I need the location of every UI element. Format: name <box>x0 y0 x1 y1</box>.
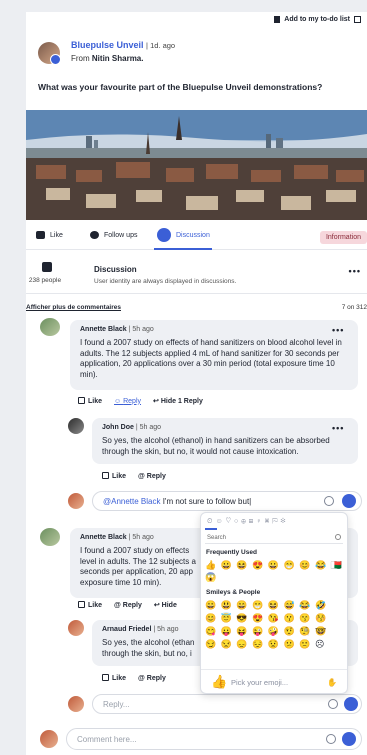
current-user-avatar <box>68 696 84 712</box>
emoji-icon[interactable] <box>326 734 336 744</box>
grid-icon[interactable] <box>354 16 361 23</box>
reply-author: John Doe | 5h ago <box>102 424 162 431</box>
chat-icon <box>90 231 99 239</box>
discussion-icon <box>157 228 171 242</box>
comment-author: Annette Black | 5h ago <box>80 326 154 333</box>
information-badge[interactable]: Information <box>319 231 367 244</box>
emoji-picker: ⏲☺♡○⊕⊞♀⌘⚐✻ Search Frequently Used 👍 😀 😆 … <box>200 512 348 694</box>
from-name: Nitin Sharma. <box>91 54 144 63</box>
mention-tag: @Annette Black <box>103 496 161 506</box>
discussion-title: Discussion <box>94 265 137 274</box>
current-user-avatar <box>40 730 58 748</box>
thumbs-up-icon <box>36 231 45 239</box>
emoji-category-tabs[interactable]: ⏲☺♡○⊕⊞♀⌘⚐✻ <box>207 518 288 526</box>
emoji-row[interactable]: 😀 😃 😄 😁 😆 😅 😂 🤣 <box>205 599 345 611</box>
comment-actions: Like ☺ Reply ↩ Hide 1 Reply <box>78 397 203 405</box>
preview-emoji: 👍 <box>211 674 228 689</box>
post-card: Add to my to-do list Bluepulse Unveil | … <box>26 12 367 755</box>
people-icon <box>42 262 52 272</box>
post-from: From Nitin Sharma. <box>71 54 144 63</box>
emoji-preview-bar: 👍 Pick your emoji... ✋ <box>201 669 347 693</box>
reply-author: Arnaud Friedel | 5h ago <box>102 626 179 633</box>
reply-input[interactable]: @Annette Black I'm not sure to follow bu… <box>92 491 362 511</box>
hide-replies-button[interactable]: ↩ Hide 1 Reply <box>153 397 203 405</box>
smileys-label: Smileys & People <box>206 589 261 596</box>
comment-count: 7 on 312 <box>341 304 367 311</box>
like-button[interactable]: Like <box>78 397 102 405</box>
send-button[interactable] <box>344 697 358 711</box>
todo-link[interactable]: Add to my to-do list <box>274 16 361 23</box>
frequent-emoji-row[interactable]: 👍 😀 😆 😍 😀 😁 😊 😂 🇲🇬 <box>205 559 345 571</box>
frequent-emoji-row[interactable]: 😱 <box>205 571 345 583</box>
comment-author: Annette Black | 5h ago <box>80 534 154 541</box>
tab-like[interactable]: Like <box>36 231 63 239</box>
emoji-icon[interactable] <box>324 496 334 506</box>
reply-button[interactable]: @ Reply <box>114 602 142 609</box>
post-image <box>26 110 367 220</box>
skin-tone-selector[interactable]: ✋ <box>327 678 337 687</box>
search-icon <box>335 534 341 540</box>
show-more-comments-link[interactable]: Afficher plus de commentaires <box>26 304 121 311</box>
reply-more-icon[interactable]: ••• <box>332 423 344 433</box>
thumbs-up-icon <box>78 397 85 404</box>
tab-discussion[interactable]: Discussion <box>157 228 210 242</box>
reply-button[interactable]: ☺ Reply <box>114 398 141 405</box>
emoji-row[interactable]: 😏 😒 😞 😔 😟 😕 🙁 ☹ <box>205 638 345 650</box>
replier-avatar[interactable] <box>68 620 84 636</box>
comment-input[interactable]: Comment here... <box>66 728 362 750</box>
like-button[interactable]: Like <box>78 601 102 609</box>
send-button[interactable] <box>342 494 356 508</box>
discussion-subtitle: User identity are always displayed in di… <box>94 278 237 285</box>
emoji-row[interactable]: 😊 😇 😎 😍 😘 😗 😙 😚 <box>205 612 345 624</box>
reply-actions: Like @ Reply <box>102 472 166 480</box>
like-button[interactable]: Like <box>102 674 126 682</box>
commenter-avatar[interactable] <box>40 528 60 546</box>
post-tabs: Like Follow ups Discussion <box>26 224 367 250</box>
post-author: Bluepulse Unveil | 1d. ago <box>71 40 175 50</box>
commenter-avatar[interactable] <box>40 318 60 336</box>
comment-text: I found a 2007 study on effects level in… <box>80 546 196 587</box>
active-tab-indicator <box>154 248 212 250</box>
thumbs-up-icon <box>78 601 85 608</box>
active-category-indicator <box>205 528 217 530</box>
emoji-row[interactable]: 😋 😛 😝 😜 🤪 🤨 🧐 🤓 <box>205 625 345 637</box>
todo-label: Add to my to-do list <box>284 16 350 23</box>
post-meta: | 1d. ago <box>146 41 176 50</box>
reply-button[interactable]: @ Reply <box>138 473 166 480</box>
reply-text: So yes, the alcohol (ethan through the s… <box>102 638 195 658</box>
people-count: 238 people <box>28 277 62 284</box>
city-skyline-illustration <box>26 110 367 220</box>
bookmark-icon <box>274 16 281 23</box>
reply-button[interactable]: @ Reply <box>138 675 166 682</box>
tab-follow-ups[interactable]: Follow ups <box>90 231 137 239</box>
emoji-icon[interactable] <box>328 699 338 709</box>
author-name[interactable]: Bluepulse Unveil <box>71 40 144 50</box>
comment-actions: Like @ Reply ↩ Hide <box>78 601 177 609</box>
discussion-more-icon[interactable]: ••• <box>349 266 361 276</box>
replier-avatar[interactable] <box>68 418 84 434</box>
post-question: What was your favourite part of the Blue… <box>38 82 323 92</box>
comment-text: I found a 2007 study on effects of hand … <box>80 338 342 379</box>
send-button[interactable] <box>342 732 356 746</box>
pick-emoji-label: Pick your emoji... <box>231 678 289 687</box>
reply-text: So yes, the alcohol (ethanol) in hand sa… <box>102 436 330 456</box>
emoji-search-input[interactable]: Search <box>205 532 343 544</box>
reply-input[interactable]: Reply... <box>92 694 362 714</box>
thumbs-up-icon <box>102 472 109 479</box>
hide-replies-button[interactable]: ↩ Hide <box>154 601 177 609</box>
frequently-used-label: Frequently Used <box>206 549 257 556</box>
reply-actions: Like @ Reply <box>102 674 166 682</box>
comment-more-icon[interactable]: ••• <box>332 325 344 335</box>
author-badge-icon <box>50 54 61 65</box>
thumbs-up-icon <box>102 674 109 681</box>
current-user-avatar <box>68 493 84 509</box>
divider <box>26 293 367 294</box>
like-button[interactable]: Like <box>102 472 126 480</box>
